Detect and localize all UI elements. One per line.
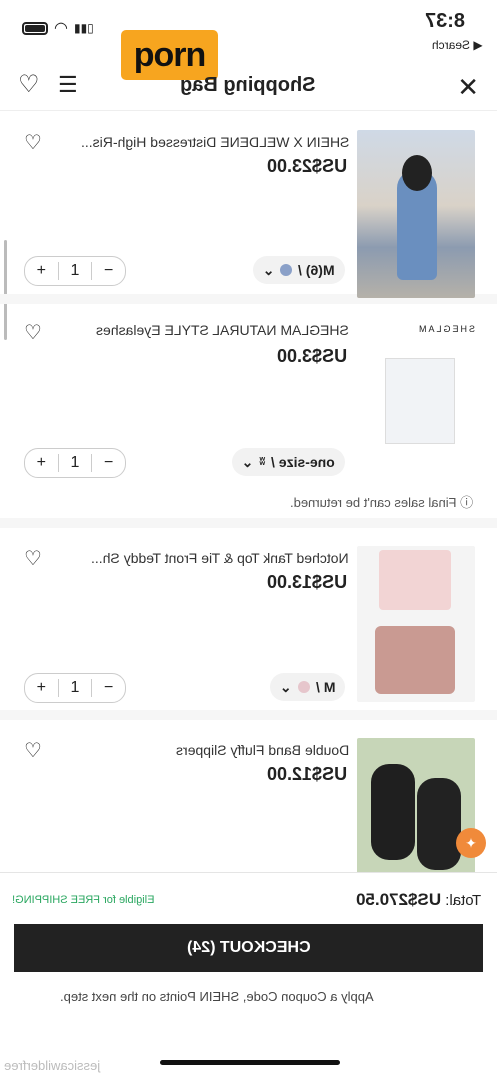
minus-icon[interactable]: − (92, 262, 125, 280)
status-bar: ◠ ▮▮▯ 8:37 ◀ Search (0, 0, 497, 60)
checkout-button[interactable]: CHECKOUT (24) (14, 924, 483, 972)
item-price: US$23.00 (266, 156, 347, 176)
menu-list-icon[interactable]: ☰ (58, 72, 78, 98)
heart-icon[interactable]: ♡ (24, 546, 42, 571)
quantity-value[interactable]: 1 (57, 454, 93, 472)
wishlist-heart-icon[interactable]: ♡ (18, 70, 40, 99)
item-price: US$12.00 (266, 764, 347, 784)
total-value: US$270.50 (355, 890, 441, 909)
product-image-slipper (417, 778, 461, 870)
cart-item: ✦ Double Band Fluffy Slippers ♡ US$12.00 (0, 720, 497, 880)
heart-icon[interactable]: ♡ (24, 320, 42, 345)
product-image[interactable] (357, 738, 475, 878)
product-image[interactable]: SHEGLAM (357, 318, 475, 448)
watermark-text: jessicawilderfree (4, 1058, 101, 1073)
battery-icon (22, 21, 48, 35)
quantity-stepper[interactable]: + 1 − (24, 256, 126, 286)
variant-label: M(6) / (298, 262, 335, 278)
variant-label: one-size / (271, 454, 335, 470)
plus-icon[interactable]: + (25, 262, 58, 280)
variant-label: M / (315, 679, 335, 695)
variant-selector[interactable]: ⌄ ʬ one-size / (231, 448, 345, 476)
color-swatch (297, 681, 310, 693)
item-name[interactable]: SHEGLAM NATURAL STYLE Eyelashes (96, 322, 349, 338)
chevron-down-icon: ⌄ (241, 453, 254, 470)
chevron-down-icon: ⌄ (262, 261, 275, 278)
cart-item: SHEIN X WELDENE Distressed High-Ris... ♡… (0, 112, 497, 304)
item-name[interactable]: Notched Tank Top & Tie Front Teddy Sh... (91, 550, 349, 566)
eyelash-swatch-icon: ʬ (259, 456, 266, 468)
status-time: 8:37 (424, 10, 465, 32)
final-sale-note: ⓘ Final sales can't be returned. (289, 495, 473, 510)
heart-icon[interactable]: ♡ (24, 738, 42, 763)
promo-tag-icon[interactable]: ✦ (456, 828, 486, 858)
quantity-value[interactable]: 1 (57, 679, 93, 697)
item-name[interactable]: Double Band Fluffy Slippers (176, 742, 349, 758)
product-brand-text: SHEGLAM (416, 324, 475, 334)
home-indicator[interactable] (160, 1060, 340, 1065)
total-label: Total: (445, 892, 481, 909)
wifi-icon: ◠ (54, 20, 68, 37)
item-price: US$13.00 (266, 572, 347, 592)
product-image-slipper (371, 764, 415, 860)
quantity-stepper[interactable]: + 1 − (24, 448, 126, 478)
variant-selector[interactable]: ⌄ M(6) / (252, 256, 345, 284)
status-icons: ◠ ▮▮▯ (22, 18, 94, 38)
product-image[interactable] (357, 546, 475, 702)
plus-icon[interactable]: + (25, 679, 58, 697)
product-image-top (379, 550, 451, 610)
color-swatch (280, 264, 293, 276)
signal-icon: ▮▮▯ (73, 21, 94, 35)
quantity-value[interactable]: 1 (57, 262, 93, 280)
variant-selector[interactable]: ⌄ M / (269, 673, 345, 701)
plus-icon[interactable]: + (25, 454, 58, 472)
product-image-box (385, 358, 455, 444)
checkout-label: CHECKOUT (24) (186, 939, 311, 956)
order-total: Total: US$270.50 (356, 890, 481, 910)
quantity-stepper[interactable]: + 1 − (24, 673, 126, 703)
close-icon[interactable]: ✕ (457, 72, 479, 103)
cart-item: SHEGLAM SHEGLAM NATURAL STYLE Eyelashes … (0, 304, 497, 528)
back-to-search-link[interactable]: ◀ Search (432, 38, 483, 52)
coupon-hint: Apply a Coupon Code, SHEIN Points on the… (60, 989, 374, 1004)
product-image[interactable] (357, 130, 475, 298)
free-shipping-note: Eligible for FREE SHIPPING! (12, 894, 155, 906)
page-title: Shopping Bag (180, 74, 316, 96)
cart-item: Notched Tank Top & Tie Front Teddy Sh...… (0, 528, 497, 720)
product-image-figure (402, 155, 432, 191)
item-name[interactable]: SHEIN X WELDENE Distressed High-Ris... (81, 134, 349, 150)
minus-icon[interactable]: − (92, 454, 125, 472)
minus-icon[interactable]: − (92, 679, 125, 697)
chevron-down-icon: ⌄ (279, 678, 292, 695)
item-price: US$3.00 (276, 346, 347, 366)
heart-icon[interactable]: ♡ (24, 130, 42, 155)
product-image-shorts (375, 626, 455, 694)
